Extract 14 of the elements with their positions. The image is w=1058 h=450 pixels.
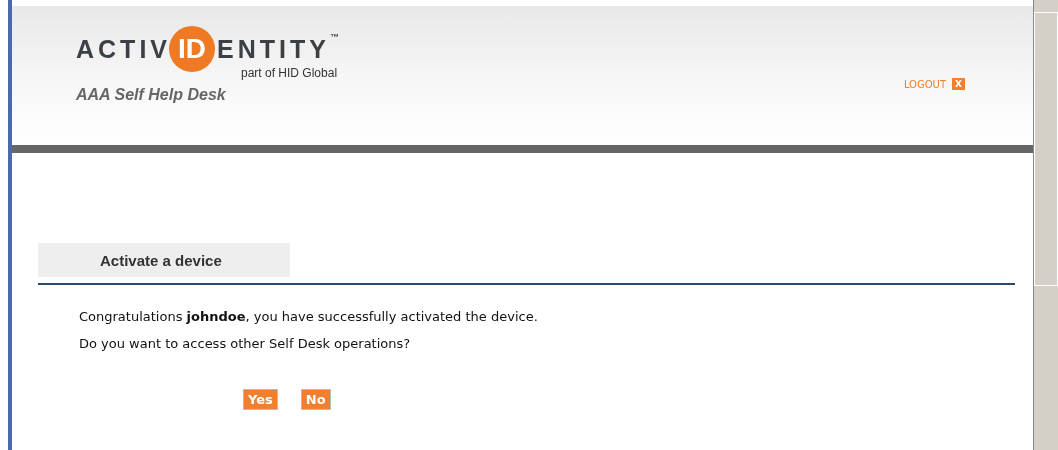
app-title: AAA Self Help Desk — [76, 86, 227, 104]
logout-link[interactable]: LOGOUT X — [903, 78, 965, 90]
logo-text: ENTITY — [217, 34, 330, 64]
logo-tagline: part of HID Global — [241, 66, 339, 80]
logo-mark: ID — [169, 26, 215, 72]
trademark: ™ — [329, 32, 339, 42]
close-icon: X — [952, 78, 965, 90]
logo-text: ACTIV — [76, 34, 171, 64]
answer-button[interactable]: Yes — [243, 389, 278, 410]
message-text: Do you want to access other Self Desk operations? — [79, 336, 412, 351]
message-text: Congratulations johndoe, you have successfully activated the device. — [79, 309, 539, 324]
scrollbar[interactable] — [1033, 0, 1058, 450]
answer-button[interactable]: No — [300, 389, 331, 410]
scroll-thumb[interactable] — [1034, 12, 1058, 286]
